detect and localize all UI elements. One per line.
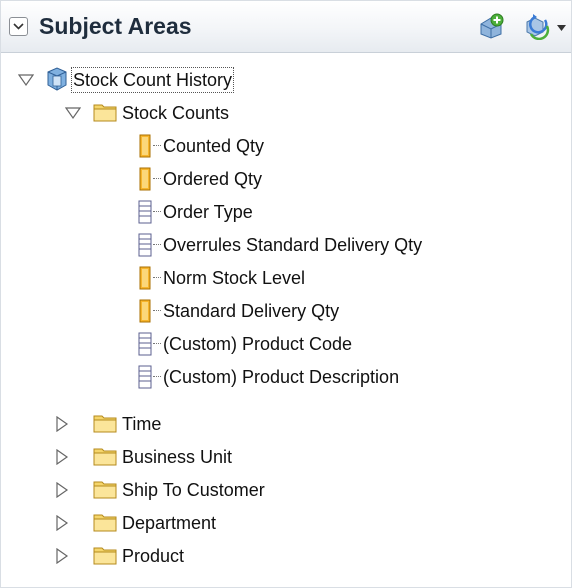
collapsed-triangle-icon[interactable] bbox=[54, 449, 70, 465]
tree-leaf-label[interactable]: Norm Stock Level bbox=[163, 267, 305, 289]
tree-node-label[interactable]: Business Unit bbox=[122, 446, 232, 468]
tree-leaf-measure[interactable]: Ordered Qty bbox=[1, 164, 571, 194]
folder-icon bbox=[93, 514, 117, 532]
collapse-panel-button[interactable] bbox=[9, 17, 28, 36]
tree-leaf-measure[interactable]: Counted Qty bbox=[1, 131, 571, 161]
refresh-icon[interactable] bbox=[523, 12, 551, 40]
tree-node-folder-time[interactable]: Time bbox=[1, 409, 571, 439]
tree-node-folder-stock-counts[interactable]: Stock Counts bbox=[1, 98, 571, 128]
attribute-column-icon bbox=[138, 200, 152, 224]
collapsed-triangle-icon[interactable] bbox=[54, 416, 70, 432]
tree-node-label[interactable]: Ship To Customer bbox=[122, 479, 265, 501]
collapsed-triangle-icon[interactable] bbox=[54, 548, 70, 564]
expanded-triangle-icon[interactable] bbox=[18, 72, 34, 88]
folder-icon bbox=[93, 448, 117, 466]
subject-area-cube-icon bbox=[47, 67, 67, 91]
folder-icon bbox=[93, 104, 117, 122]
tree-node-folder-ship-to-customer[interactable]: Ship To Customer bbox=[1, 475, 571, 505]
tree-node-label[interactable]: Stock Counts bbox=[122, 102, 229, 124]
tree-node-label[interactable]: Stock Count History bbox=[70, 67, 235, 93]
folder-icon bbox=[93, 415, 117, 433]
panel-header: Subject Areas bbox=[1, 1, 571, 53]
subject-areas-panel: Subject Areas Stock Count History Stock … bbox=[0, 0, 572, 588]
collapsed-triangle-icon[interactable] bbox=[54, 482, 70, 498]
folder-icon bbox=[93, 481, 117, 499]
tree-leaf-label[interactable]: (Custom) Product Description bbox=[163, 366, 399, 388]
add-subject-area-icon[interactable] bbox=[477, 12, 505, 40]
tree-leaf-measure[interactable]: Standard Delivery Qty bbox=[1, 296, 571, 326]
chevron-down-icon bbox=[13, 23, 24, 30]
tree-node-folder-department[interactable]: Department bbox=[1, 508, 571, 538]
tree-leaf-measure[interactable]: Norm Stock Level bbox=[1, 263, 571, 293]
dropdown-arrow-icon[interactable] bbox=[557, 25, 566, 31]
panel-title: Subject Areas bbox=[39, 13, 192, 39]
tree-leaf-label[interactable]: Standard Delivery Qty bbox=[163, 300, 339, 322]
tree-leaf-label[interactable]: Counted Qty bbox=[163, 135, 264, 157]
folder-icon bbox=[93, 547, 117, 565]
measure-column-icon bbox=[139, 299, 151, 323]
attribute-column-icon bbox=[138, 332, 152, 356]
tree-leaf-label[interactable]: Overrules Standard Delivery Qty bbox=[163, 234, 422, 256]
tree-leaf-label[interactable]: Ordered Qty bbox=[163, 168, 262, 190]
tree-node-label[interactable]: Time bbox=[122, 413, 161, 435]
tree-node-label[interactable]: Product bbox=[122, 545, 184, 567]
measure-column-icon bbox=[139, 134, 151, 158]
measure-column-icon bbox=[139, 266, 151, 290]
collapsed-triangle-icon[interactable] bbox=[54, 515, 70, 531]
tree-leaf-attribute[interactable]: Order Type bbox=[1, 197, 571, 227]
tree-leaf-label[interactable]: Order Type bbox=[163, 201, 253, 223]
attribute-column-icon bbox=[138, 365, 152, 389]
tree-leaf-attribute[interactable]: (Custom) Product Description bbox=[1, 362, 571, 392]
attribute-column-icon bbox=[138, 233, 152, 257]
expanded-triangle-icon[interactable] bbox=[65, 105, 81, 121]
tree-leaf-attribute[interactable]: (Custom) Product Code bbox=[1, 329, 571, 359]
tree-node-folder-business-unit[interactable]: Business Unit bbox=[1, 442, 571, 472]
tree-node-folder-product[interactable]: Product bbox=[1, 541, 571, 571]
tree-leaf-label[interactable]: (Custom) Product Code bbox=[163, 333, 352, 355]
tree-node-label[interactable]: Department bbox=[122, 512, 216, 534]
measure-column-icon bbox=[139, 167, 151, 191]
tree-node-root[interactable]: Stock Count History bbox=[1, 65, 571, 95]
tree-leaf-attribute[interactable]: Overrules Standard Delivery Qty bbox=[1, 230, 571, 260]
